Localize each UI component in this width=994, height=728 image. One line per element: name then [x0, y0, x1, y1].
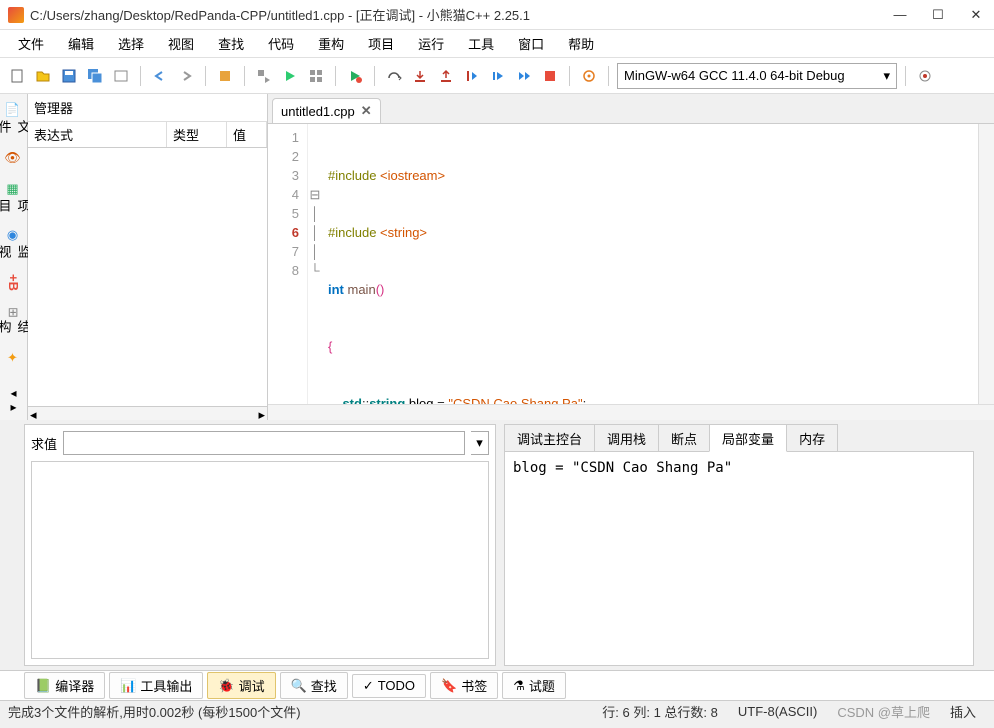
col-expr[interactable]: 表达式 [28, 122, 167, 147]
step-over-icon[interactable] [383, 65, 405, 87]
compiler-select[interactable]: MinGW-w64 GCC 11.4.0 64-bit Debug ▾ [617, 63, 897, 89]
spine-watch[interactable]: 👁 [4, 143, 23, 172]
col-val[interactable]: 值 [227, 122, 267, 147]
tab-call-stack[interactable]: 调用栈 [594, 424, 659, 452]
eval-result[interactable] [31, 461, 489, 659]
btab-todo[interactable]: ✓TODO [352, 674, 426, 698]
menu-file[interactable]: 文件 [8, 31, 54, 56]
menu-help[interactable]: 帮助 [558, 31, 604, 56]
redo-icon[interactable] [175, 65, 197, 87]
menu-refactor[interactable]: 重构 [308, 31, 354, 56]
panel-title: 管理器 [28, 94, 267, 122]
btab-compiler[interactable]: 📗编译器 [24, 672, 105, 699]
tab-close-icon[interactable]: ✕ [361, 103, 372, 119]
tab-memory[interactable]: 内存 [786, 424, 838, 452]
continue-fast-icon[interactable] [513, 65, 535, 87]
tab-locals[interactable]: 局部变量 [709, 424, 787, 452]
watch-header: 表达式 类型 值 [28, 122, 267, 148]
file-tab[interactable]: untitled1.cpp ✕ [272, 98, 381, 123]
profiler-icon[interactable] [578, 65, 600, 87]
btab-debug[interactable]: 🐞调试 [207, 672, 275, 699]
step-into-icon[interactable] [409, 65, 431, 87]
close-button[interactable]: ✕ [966, 7, 986, 23]
chevron-down-icon: ▾ [883, 68, 890, 84]
options-icon[interactable] [110, 65, 132, 87]
toolbar: MinGW-w64 GCC 11.4.0 64-bit Debug ▾ [0, 58, 994, 94]
app-icon [8, 7, 24, 23]
eval-dropdown-icon[interactable]: ▾ [471, 431, 489, 455]
btab-problem[interactable]: ⚗试题 [502, 672, 566, 699]
debug-icon[interactable] [344, 65, 366, 87]
menu-select[interactable]: 选择 [108, 31, 154, 56]
left-spine: 📄文件 👁 ▦项目 ◉监视 +B ⊞结构 ✦ ◂▸ [0, 94, 28, 420]
watermark: CSDN @草上爬 [827, 702, 940, 721]
compile-run-icon[interactable] [253, 65, 275, 87]
spine-collapse[interactable]: ◂▸ [5, 380, 23, 420]
col-type[interactable]: 类型 [167, 122, 227, 147]
eval-label: 求值 [31, 434, 57, 453]
menu-code[interactable]: 代码 [258, 31, 304, 56]
editor-hscroll[interactable] [268, 404, 994, 420]
tab-label: untitled1.cpp [281, 104, 355, 119]
settings-icon[interactable] [914, 65, 936, 87]
minimize-button[interactable]: — [890, 7, 910, 23]
open-file-icon[interactable] [32, 65, 54, 87]
manager-panel: 管理器 表达式 类型 值 ◂▸ [28, 94, 268, 420]
step-out-icon[interactable] [435, 65, 457, 87]
fold-column[interactable]: ⊟│││└ [308, 124, 322, 404]
save-all-icon[interactable] [84, 65, 106, 87]
rebuild-icon[interactable] [305, 65, 327, 87]
new-file-icon[interactable] [6, 65, 28, 87]
editor-vscroll[interactable] [978, 124, 994, 404]
window-title: C:/Users/zhang/Desktop/RedPanda-CPP/unti… [30, 5, 890, 24]
titlebar: C:/Users/zhang/Desktop/RedPanda-CPP/unti… [0, 0, 994, 30]
bottom-tabbar: 📗编译器 📊工具输出 🐞调试 🔍查找 ✓TODO 🔖书签 ⚗试题 [0, 670, 994, 700]
editor-tabbar: untitled1.cpp ✕ [268, 94, 994, 124]
stop-icon[interactable] [539, 65, 561, 87]
btab-bookmark[interactable]: 🔖书签 [430, 672, 498, 699]
statusbar: 完成3个文件的解析,用时0.002秒 (每秒1500个文件) 行: 6 列: 1… [0, 700, 994, 722]
status-parse: 完成3个文件的解析,用时0.002秒 (每秒1500个文件) [8, 702, 592, 721]
eval-input[interactable] [63, 431, 465, 455]
watch-body[interactable] [28, 148, 267, 406]
line-gutter[interactable]: 12345 ➔6 78 [268, 124, 308, 404]
compiler-label: MinGW-w64 GCC 11.4.0 64-bit Debug [624, 68, 845, 83]
menu-project[interactable]: 项目 [358, 31, 404, 56]
menu-run[interactable]: 运行 [408, 31, 454, 56]
menu-find[interactable]: 查找 [208, 31, 254, 56]
code-editor[interactable]: 12345 ➔6 78 ⊟│││└ #include <iostream> #i… [268, 124, 994, 404]
status-position: 行: 6 列: 1 总行数: 8 [592, 702, 728, 721]
status-encoding: UTF-8(ASCII) [728, 704, 827, 719]
tab-debug-console[interactable]: 调试主控台 [504, 424, 595, 452]
code-area[interactable]: #include <iostream> #include <string> in… [322, 124, 978, 404]
continue-icon[interactable] [487, 65, 509, 87]
menu-window[interactable]: 窗口 [508, 31, 554, 56]
tab-breakpoints[interactable]: 断点 [658, 424, 710, 452]
menu-tools[interactable]: 工具 [458, 31, 504, 56]
spine-add[interactable]: +B [4, 268, 23, 297]
status-mode: 插入 [940, 702, 986, 721]
debug-panel: 调试主控台 调用栈 断点 局部变量 内存 blog = "CSDN Cao Sh… [504, 424, 974, 666]
menu-edit[interactable]: 编辑 [58, 31, 104, 56]
run-to-cursor-icon[interactable] [461, 65, 483, 87]
spine-more[interactable]: ✦ [4, 345, 23, 372]
maximize-button[interactable]: ☐ [928, 7, 948, 23]
btab-tool-output[interactable]: 📊工具输出 [109, 672, 203, 699]
undo-icon[interactable] [149, 65, 171, 87]
locals-view[interactable]: blog = "CSDN Cao Shang Pa" [504, 451, 974, 666]
panel-hscroll[interactable]: ◂▸ [28, 406, 267, 420]
run-icon[interactable] [279, 65, 301, 87]
evaluate-panel: 求值 ▾ [24, 424, 496, 666]
menubar: 文件 编辑 选择 视图 查找 代码 重构 项目 运行 工具 窗口 帮助 [0, 30, 994, 58]
save-icon[interactable] [58, 65, 80, 87]
menu-view[interactable]: 视图 [158, 31, 204, 56]
compile-icon[interactable] [214, 65, 236, 87]
btab-find[interactable]: 🔍查找 [280, 672, 348, 699]
